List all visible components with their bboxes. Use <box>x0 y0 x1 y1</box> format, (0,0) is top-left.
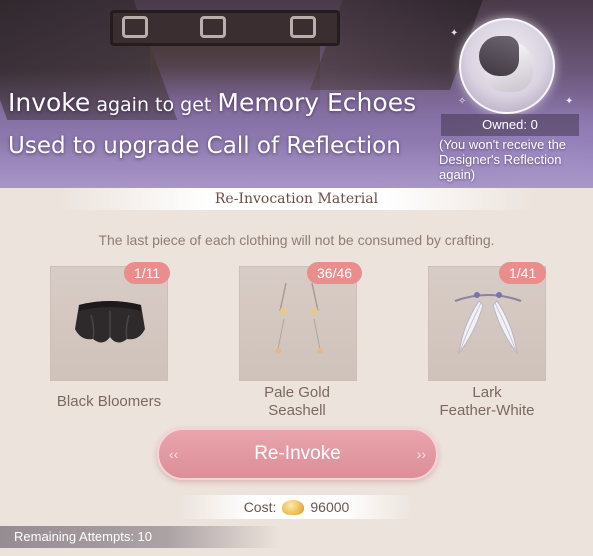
buckle-icon <box>290 16 316 38</box>
headline-again: again to get <box>90 94 218 116</box>
buckle-icon <box>200 16 226 38</box>
chevron-right-icon: ›› <box>416 446 426 462</box>
banner-headline: Invoke again to get Memory Echoes <box>8 88 416 117</box>
avatar-hair <box>479 36 519 76</box>
material-count-badge: 1/11 <box>124 262 171 284</box>
chevron-left-icon: ‹‹ <box>169 446 179 462</box>
cost-value: 96000 <box>310 499 350 515</box>
material-name: Lark Feather-White <box>439 384 535 419</box>
reflection-note: (You won't receive the Designer's Reflec… <box>439 137 567 182</box>
sparkle-icon: ✦ <box>450 28 459 39</box>
re-invoke-button[interactable]: ‹‹ Re-Invoke ›› <box>157 428 438 480</box>
material-count-badge: 36/46 <box>307 262 363 284</box>
cost-display: Cost: 96000 <box>180 495 413 519</box>
banner-subline: Used to upgrade Call of Reflection <box>8 133 401 159</box>
sparkle-icon: ✦ <box>565 96 574 107</box>
re-invoke-label: Re-Invoke <box>254 443 341 464</box>
headline-memory-echoes: Memory Echoes <box>217 88 417 117</box>
feather-earrings-icon <box>454 292 522 355</box>
designer-avatar[interactable] <box>459 18 555 114</box>
sparkle-icon: ✧ <box>458 96 467 107</box>
remaining-attempts: Remaining Attempts: 10 <box>0 526 280 548</box>
material-name: Pale Gold Seashell <box>264 384 330 419</box>
banner: Invoke again to get Memory Echoes Used t… <box>0 0 593 188</box>
crafting-hint: The last piece of each clothing will not… <box>98 232 495 248</box>
material-count-badge: 1/41 <box>499 262 547 284</box>
section-title: Re-Invocation Material <box>0 188 593 210</box>
black-bloomers-icon <box>75 301 145 343</box>
cost-label: Cost: <box>243 499 277 515</box>
buckle-icon <box>122 16 148 38</box>
gold-coin-icon <box>282 500 305 515</box>
seashell-earrings-icon <box>275 282 323 354</box>
owned-count: Owned: 0 <box>441 114 579 136</box>
headline-invoke: Invoke <box>8 88 91 117</box>
material-name: Black Bloomers <box>56 393 162 410</box>
